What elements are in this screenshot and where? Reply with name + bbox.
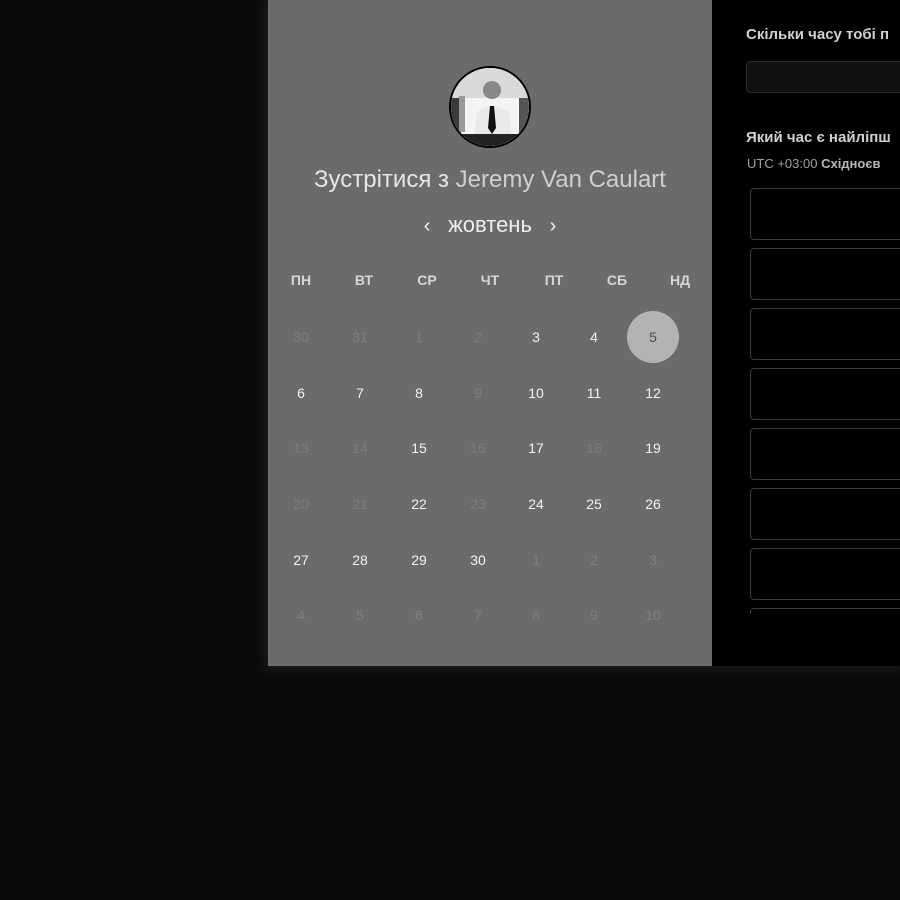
calendar-day-selected[interactable]: 5 — [627, 311, 679, 363]
scheduling-modal: Зустрітися з Jeremy Van Caulart ‹ жовтень… — [268, 0, 900, 666]
calendar-day[interactable]: 17 — [510, 422, 562, 474]
calendar-day: 2 — [590, 552, 598, 568]
calendar-day[interactable]: 24 — [510, 478, 562, 530]
calendar-day: 13 — [293, 440, 309, 456]
time-slot-button[interactable] — [750, 188, 900, 240]
calendar-day: 9 — [474, 385, 482, 401]
calendar-day[interactable]: 30 — [452, 534, 504, 586]
booking-panel: Скільки часу тобі п Який час є найліпш U… — [712, 0, 900, 666]
calendar-day: 16 — [470, 440, 486, 456]
calendar-day: 9 — [590, 607, 598, 623]
calendar-day[interactable]: 25 — [568, 478, 620, 530]
time-slot-button[interactable] — [750, 608, 900, 614]
calendar-day: 14 — [352, 440, 368, 456]
calendar-day: 30 — [293, 329, 309, 345]
calendar-day[interactable]: 22 — [393, 478, 445, 530]
time-slot-list — [750, 188, 900, 614]
duration-select[interactable] — [746, 61, 900, 93]
calendar-day[interactable]: 29 — [393, 534, 445, 586]
time-slot-button[interactable] — [750, 428, 900, 480]
calendar-day: 5 — [356, 607, 364, 623]
calendar-day[interactable]: 27 — [275, 534, 327, 586]
calendar-day: 20 — [293, 496, 309, 512]
calendar-day: 23 — [470, 496, 486, 512]
timezone-name: Східноєв — [821, 156, 881, 171]
time-question: Який час є найліпш — [746, 129, 891, 146]
calendar-day: 18 — [586, 440, 602, 456]
time-slot-button[interactable] — [750, 248, 900, 300]
calendar-day[interactable]: 26 — [627, 478, 679, 530]
calendar-day: 10 — [645, 607, 661, 623]
timezone-line: UTC +03:00 Східноєв — [747, 156, 881, 171]
calendar-day: 3 — [649, 552, 657, 568]
calendar-day[interactable]: 3 — [510, 311, 562, 363]
calendar-day: 8 — [532, 607, 540, 623]
time-slot-button[interactable] — [750, 368, 900, 420]
calendar-day: 1 — [415, 329, 423, 345]
calendar-day: 7 — [474, 607, 482, 623]
calendar-day: 4 — [297, 607, 305, 623]
calendar-day[interactable]: 11 — [568, 367, 620, 419]
time-slot-button[interactable] — [750, 308, 900, 360]
calendar-day[interactable]: 4 — [568, 311, 620, 363]
calendar-day: 21 — [352, 496, 368, 512]
calendar-day[interactable]: 28 — [334, 534, 386, 586]
calendar-day[interactable]: 15 — [393, 422, 445, 474]
calendar-day[interactable]: 7 — [334, 367, 386, 419]
calendar-day[interactable]: 10 — [510, 367, 562, 419]
calendar-day: 1 — [532, 552, 540, 568]
calendar-day[interactable]: 12 — [627, 367, 679, 419]
calendar-day[interactable]: 19 — [627, 422, 679, 474]
duration-question: Скільки часу тобі п — [746, 26, 890, 43]
calendar-day[interactable]: 6 — [275, 367, 327, 419]
time-slot-button[interactable] — [750, 548, 900, 600]
calendar-panel: Зустрітися з Jeremy Van Caulart ‹ жовтень… — [268, 0, 712, 666]
calendar-day[interactable]: 8 — [393, 367, 445, 419]
timezone-offset: UTC +03:00 — [747, 156, 818, 171]
calendar-day: 31 — [352, 329, 368, 345]
calendar-day: 6 — [415, 607, 423, 623]
calendar-day: 2 — [474, 329, 482, 345]
calendar-day-grid: 30 31 1 2 3 4 5 6 7 8 9 10 11 12 13 14 15 16 17 18 19 20 21 22 2… — [268, 0, 712, 666]
time-slot-button[interactable] — [750, 488, 900, 540]
